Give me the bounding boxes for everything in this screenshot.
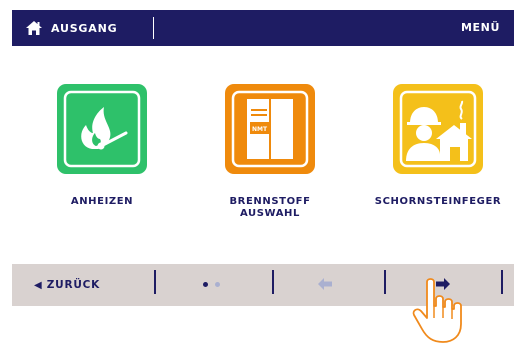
footer-divider <box>384 270 386 294</box>
schornsteinfeger-tile[interactable] <box>393 84 483 174</box>
home-icon <box>26 21 42 35</box>
nmt-badge: NMT <box>252 126 268 133</box>
page-dot-inactive <box>215 282 220 287</box>
menu-button[interactable]: MENÜ <box>461 10 500 46</box>
page-dot-active <box>203 282 208 287</box>
home-button[interactable]: AUSGANG <box>26 10 117 46</box>
header-divider <box>153 17 154 39</box>
footer-divider <box>154 270 156 294</box>
anheizen-tile[interactable] <box>57 84 147 174</box>
match-flame-icon <box>63 90 141 168</box>
brennstoff-tile[interactable]: NMT <box>225 84 315 174</box>
back-button[interactable]: ◀ ZURÜCK <box>34 264 100 306</box>
fuel-bag-icon: NMT <box>231 90 309 168</box>
brennstoff-label: BRENNSTOFF AUSWAHL <box>229 196 311 219</box>
top-bar: AUSGANG MENÜ <box>12 10 514 46</box>
caret-left-icon: ◀ <box>34 279 42 291</box>
footer-divider <box>272 270 274 294</box>
hand-pointer-icon <box>412 278 462 343</box>
home-label: AUSGANG <box>51 21 118 35</box>
arrow-left-icon[interactable] <box>318 278 332 290</box>
anheizen-label: ANHEIZEN <box>70 196 134 207</box>
footer-divider <box>501 270 503 294</box>
schornsteinfeger-label: SCHORNSTEINFEGER <box>374 196 502 207</box>
chimney-sweep-icon <box>399 90 477 168</box>
back-label: ZURÜCK <box>46 279 101 291</box>
